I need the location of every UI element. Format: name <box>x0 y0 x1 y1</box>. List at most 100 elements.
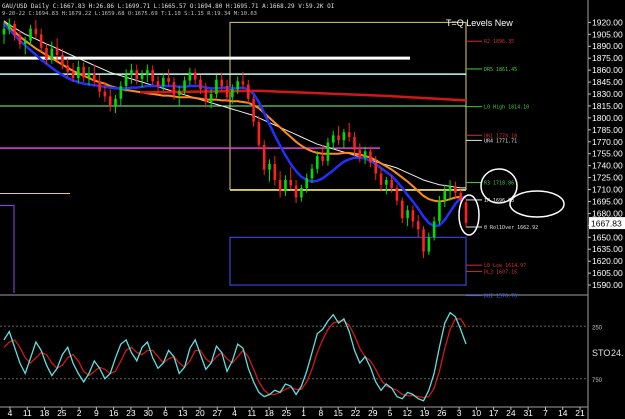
candle-body <box>284 179 287 192</box>
candle-body <box>416 221 420 230</box>
candle-body <box>342 132 346 141</box>
date-tick-label: 20 <box>195 408 205 418</box>
candle-body <box>8 23 11 29</box>
candle-body <box>188 72 192 81</box>
candle-body <box>55 48 59 56</box>
date-tick-label: 26 <box>437 408 447 418</box>
candle-body <box>236 81 239 90</box>
date-tick-label: 27 <box>213 408 223 418</box>
date-tick-label: 21 <box>575 408 585 418</box>
candle-body <box>114 98 117 106</box>
candle-body <box>231 89 234 98</box>
candle-body <box>390 179 393 188</box>
candle-body <box>305 178 308 188</box>
candle-body <box>61 55 64 66</box>
candle-body <box>432 221 436 238</box>
candle-body <box>215 79 218 95</box>
price-tick-label: 1755.00 <box>592 149 623 159</box>
candle-body <box>464 202 468 223</box>
price-tick-label: 1830.00 <box>592 89 623 99</box>
price-tick-label: 1905.00 <box>592 29 623 39</box>
date-tick-label: 4 <box>8 408 13 418</box>
candle-body <box>268 164 271 170</box>
candle-body <box>411 210 415 222</box>
candle-body <box>326 142 330 161</box>
date-tick-label: 9 <box>94 408 99 418</box>
header-values: 9-20-22 C:1694.83 H:1679.22 L:1659.68 O:… <box>2 11 257 17</box>
level-label: DR5 1861.45 <box>484 67 517 73</box>
candle-body <box>199 79 202 90</box>
level-label: R3 1718.86 <box>484 180 514 186</box>
candle-body <box>140 74 144 79</box>
date-tick-label: 22 <box>351 408 361 418</box>
price-tick-label: 1695.00 <box>592 196 623 206</box>
candle-body <box>71 71 75 79</box>
candle-body <box>347 132 351 137</box>
candle-body <box>385 179 388 185</box>
candle-body <box>257 121 261 145</box>
candle-body <box>146 70 149 75</box>
date-tick-label: 29 <box>368 408 378 418</box>
candle-body <box>2 28 6 35</box>
candle-body <box>400 200 404 219</box>
candle-body <box>172 82 176 95</box>
candle-body <box>151 70 154 82</box>
candle-body <box>34 28 38 35</box>
candle-body <box>167 78 170 83</box>
candle-body <box>124 74 128 87</box>
candle-body <box>395 187 399 201</box>
price-tick-label: 1680.00 <box>592 208 623 218</box>
candle-body <box>459 192 462 201</box>
candle-body <box>278 179 282 192</box>
date-tick-label: 10 <box>472 408 482 418</box>
level-label: L0 High 1814.10 <box>484 105 529 111</box>
candle-body <box>29 28 32 41</box>
candle-body <box>427 237 431 252</box>
candle-body <box>406 210 409 219</box>
candle-body <box>103 91 107 97</box>
candle-body <box>321 156 324 161</box>
candle-body <box>353 136 356 150</box>
date-tick-label: 16 <box>109 408 119 418</box>
level-label: DL3 1607.16 <box>484 269 517 275</box>
price-tick-label: 1650.00 <box>592 232 623 242</box>
price-tick-label: 1770.00 <box>592 137 623 147</box>
candle-body <box>50 48 54 59</box>
candle-body <box>289 179 293 186</box>
candle-body <box>177 90 181 95</box>
level-label: UR4 1771.71 <box>484 138 517 144</box>
date-tick-label: 2 <box>77 408 82 418</box>
candle-body <box>77 66 80 79</box>
candle-body <box>225 86 229 98</box>
current-price-value: 1667.83 <box>591 219 622 229</box>
date-tick-label: 31 <box>523 408 533 418</box>
candle-body <box>204 89 208 102</box>
price-tick-label: 1890.00 <box>592 41 623 51</box>
chart: R2 1896.35DR5 1861.45L0 High 1814.10UR1 … <box>0 0 625 419</box>
date-tick-label: 14 <box>558 408 568 418</box>
candle-body <box>13 23 16 36</box>
candle-body <box>87 73 91 78</box>
candle-body <box>438 200 441 222</box>
date-tick-label: 15 <box>333 408 343 418</box>
candle-body <box>294 185 298 198</box>
candle-body <box>82 66 85 78</box>
candle-body <box>66 65 70 72</box>
date-tick-label: 18 <box>40 408 50 418</box>
date-tick-label: 12 <box>403 408 413 418</box>
candle-body <box>130 70 133 75</box>
price-tick-label: 1710.00 <box>592 185 623 195</box>
date-tick-label: 5 <box>388 408 393 418</box>
price-tick-label: 1815.00 <box>592 101 623 111</box>
candle-body <box>246 84 250 99</box>
candle-body <box>209 94 213 102</box>
candle-body <box>183 80 186 91</box>
candle-body <box>156 81 160 87</box>
chart-background <box>0 0 625 419</box>
candle-body <box>92 73 96 82</box>
level-label: DUI 1576.76 <box>484 294 517 300</box>
osc-level-label: 250 <box>592 325 603 331</box>
date-tick-label: 6 <box>163 408 168 418</box>
chart-title: T=Q Levels New <box>446 18 513 28</box>
candle-body <box>18 35 22 44</box>
